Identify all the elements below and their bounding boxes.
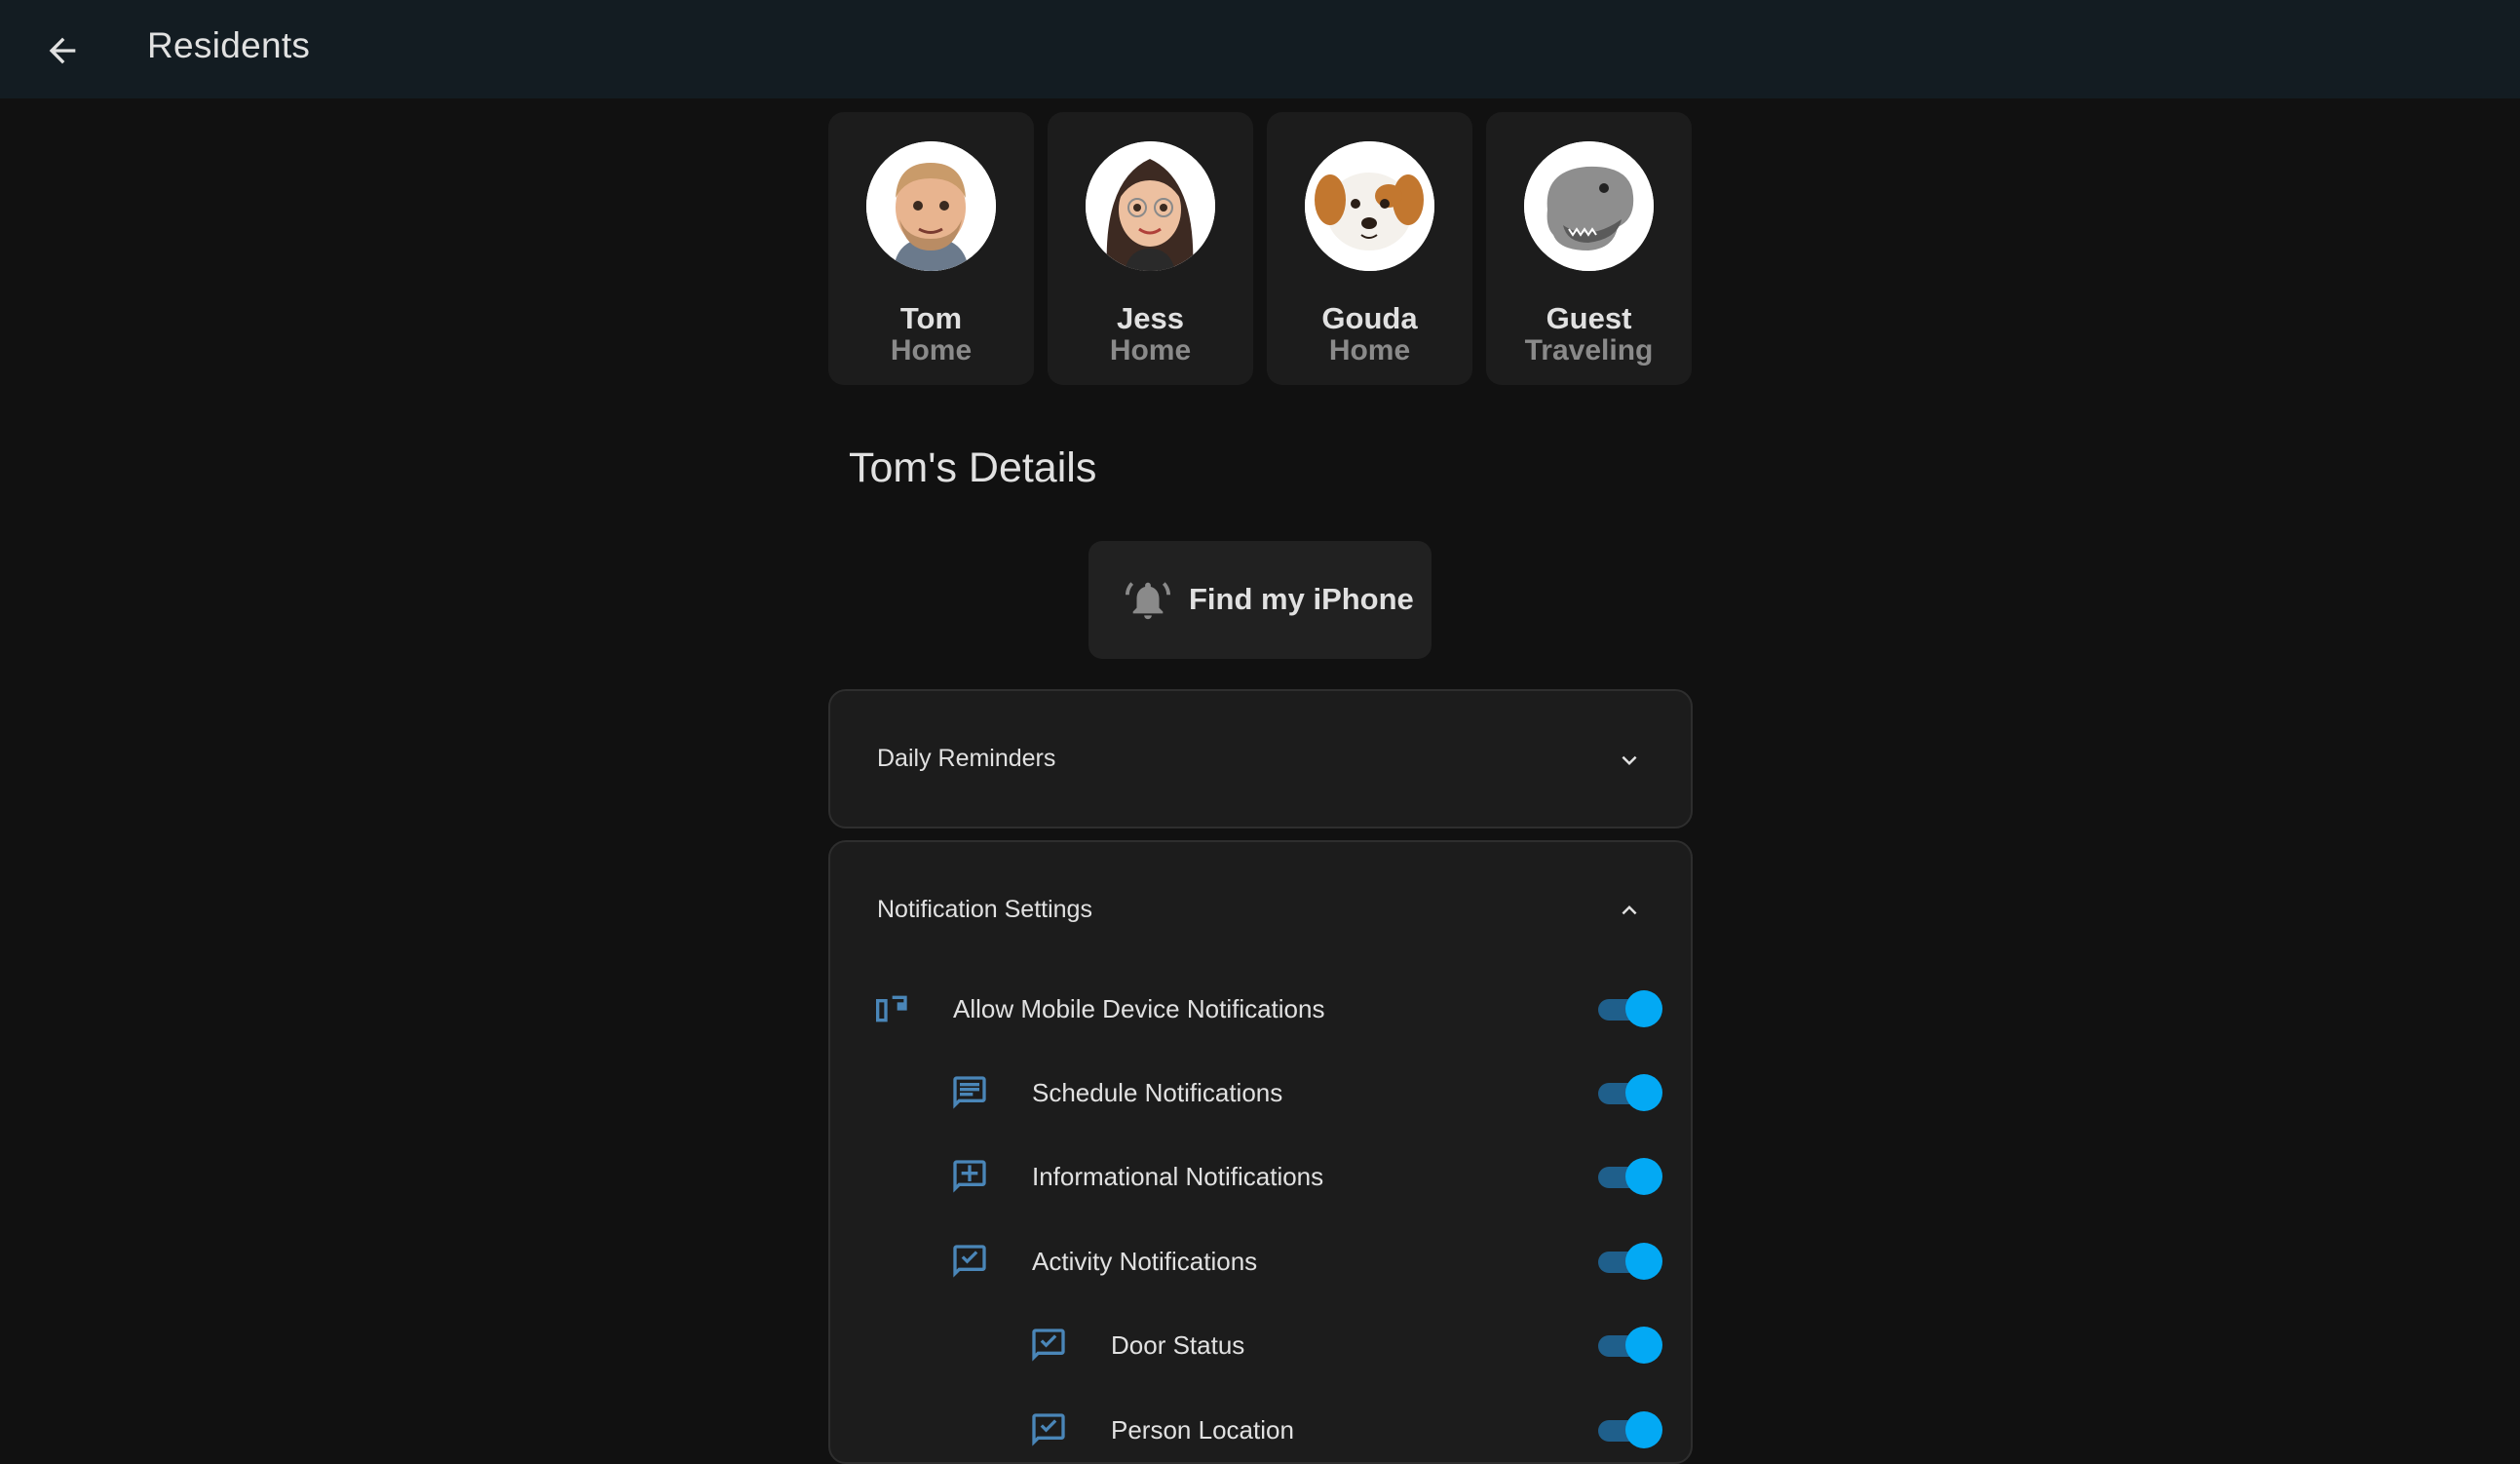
top-app-bar: Residents (0, 0, 2520, 98)
activity-notifications-toggle[interactable] (1596, 1243, 1662, 1280)
setting-label: Activity Notifications (1032, 1247, 1258, 1276)
toggle-thumb (1625, 1243, 1662, 1280)
resident-name: Guest (1546, 301, 1632, 335)
page-title: Residents (147, 25, 311, 65)
avatar (866, 141, 996, 271)
message-text-icon (953, 1076, 986, 1109)
resident-card-gouda[interactable]: Gouda Home (1267, 112, 1472, 385)
message-check-icon (953, 1245, 986, 1278)
daily-reminders-panel: Daily Reminders (828, 689, 1693, 828)
schedule-notifications-toggle[interactable] (1596, 1074, 1662, 1111)
residents-list: Tom Home Jess Home Gouda Home Guest Trav… (828, 112, 1693, 385)
find-my-iphone-label: Find my iPhone (1189, 582, 1414, 616)
setting-row-activity: Activity Notifications (830, 1227, 1695, 1295)
daily-reminders-title: Daily Reminders (877, 745, 1056, 772)
resident-card-jess[interactable]: Jess Home (1048, 112, 1253, 385)
notification-settings-header[interactable]: Notification Settings (830, 842, 1691, 979)
door-status-toggle[interactable] (1596, 1327, 1662, 1364)
setting-label: Informational Notifications (1032, 1162, 1324, 1191)
setting-label: Schedule Notifications (1032, 1078, 1283, 1107)
find-my-iphone-button[interactable]: Find my iPhone (1088, 541, 1432, 659)
setting-label: Person Location (1111, 1415, 1294, 1445)
resident-status: Home (1328, 334, 1411, 366)
back-button[interactable] (35, 23, 90, 78)
allow-mobile-notifications-toggle[interactable] (1596, 990, 1662, 1027)
chevron-down-icon (1622, 755, 1637, 765)
avatar (1305, 141, 1434, 271)
toggle-thumb (1625, 1411, 1662, 1448)
setting-label: Allow Mobile Device Notifications (953, 994, 1325, 1023)
toggle-thumb (1625, 1074, 1662, 1111)
message-plus-icon (953, 1160, 986, 1193)
toggle-thumb (1625, 990, 1662, 1027)
avatar (1524, 141, 1654, 271)
details-title: Tom's Details (849, 444, 1097, 491)
person-memoji-icon (866, 141, 996, 271)
chevron-up-icon (1622, 905, 1637, 915)
dinosaur-memoji-icon (1524, 141, 1654, 271)
resident-name: Tom (899, 301, 963, 335)
resident-name: Gouda (1321, 301, 1418, 335)
resident-status: Home (1109, 334, 1192, 366)
bell-ring-icon (1126, 582, 1170, 620)
resident-card-guest[interactable]: Guest Traveling (1486, 112, 1692, 385)
person-memoji-icon (1086, 141, 1215, 271)
daily-reminders-header[interactable]: Daily Reminders (830, 691, 1691, 830)
arrow-left-icon (49, 37, 76, 64)
resident-status: Home (890, 334, 973, 366)
resident-name: Jess (1117, 301, 1184, 335)
setting-row-person-location: Person Location (830, 1396, 1695, 1464)
dog-memoji-icon (1305, 141, 1434, 271)
resident-card-tom[interactable]: Tom Home (828, 112, 1034, 385)
setting-row-informational: Informational Notifications (830, 1142, 1695, 1211)
setting-label: Door Status (1111, 1330, 1245, 1360)
informational-notifications-toggle[interactable] (1596, 1158, 1662, 1195)
notification-settings-title: Notification Settings (877, 896, 1092, 923)
setting-row-door-status: Door Status (830, 1311, 1695, 1379)
toggle-thumb (1625, 1158, 1662, 1195)
person-location-toggle[interactable] (1596, 1411, 1662, 1448)
setting-row-allow-mobile: Allow Mobile Device Notifications (830, 975, 1695, 1043)
setting-row-schedule: Schedule Notifications (830, 1059, 1695, 1127)
resident-status: Traveling (1524, 334, 1654, 366)
toggle-thumb (1625, 1327, 1662, 1364)
message-check-icon (1032, 1413, 1065, 1446)
message-check-icon (1032, 1329, 1065, 1362)
avatar (1086, 141, 1215, 271)
devices-icon (876, 995, 907, 1022)
notification-settings-panel: Notification Settings Allow Mobile Devic… (828, 840, 1693, 1464)
